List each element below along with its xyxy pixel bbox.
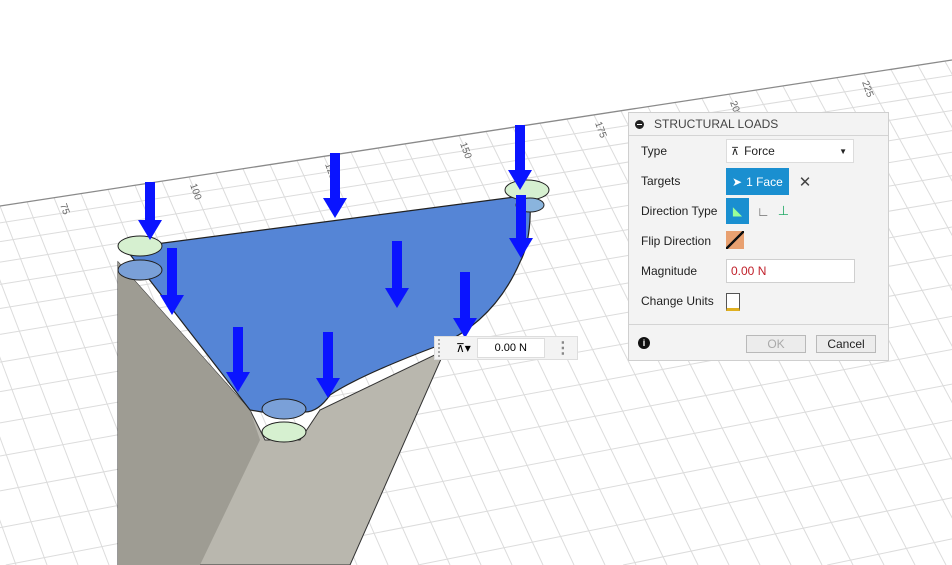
type-value: Force xyxy=(744,144,775,158)
magnitude-label: Magnitude xyxy=(641,264,698,278)
dialog-title: STRUCTURAL LOADS xyxy=(654,117,779,131)
change-units-icon[interactable] xyxy=(726,293,740,311)
ok-button[interactable]: OK xyxy=(746,335,806,353)
grid-label: 225 xyxy=(859,79,875,99)
force-arrow xyxy=(138,182,162,240)
cursor-icon: ➤ xyxy=(732,174,743,189)
grid-line xyxy=(623,497,952,565)
flip-direction-icon[interactable] xyxy=(726,231,744,249)
targets-selection-button[interactable]: ➤ 1 Face xyxy=(726,168,789,195)
normal-direction-icon[interactable]: ◣ xyxy=(726,198,749,224)
grid-line xyxy=(890,69,952,182)
chevron-down-icon: ▼ xyxy=(839,146,847,156)
collapse-icon[interactable] xyxy=(635,119,644,129)
structural-loads-dialog: STRUCTURAL LOADS Type ⊼ Force ▼ Targets ➤ 1… xyxy=(628,112,889,361)
type-label: Type xyxy=(641,144,668,158)
inline-magnitude-input[interactable]: 0.00 N xyxy=(476,338,545,358)
force-type-icon[interactable]: ⊼▾ xyxy=(456,341,471,355)
cancel-button[interactable]: Cancel xyxy=(816,335,876,353)
grid-line xyxy=(0,436,48,565)
grid-line xyxy=(0,279,110,565)
info-icon[interactable]: i xyxy=(638,337,650,349)
targets-value: 1 Face xyxy=(746,174,783,189)
clear-targets-icon[interactable]: ✕ xyxy=(799,173,812,191)
force-icon: ⊼ xyxy=(731,145,740,158)
drag-handle[interactable] xyxy=(438,339,448,357)
direction-type-label: Direction Type xyxy=(641,204,718,218)
grid-label: 175 xyxy=(592,120,608,140)
magnitude-input[interactable]: 0.00 N xyxy=(726,259,855,283)
grid-label: 100 xyxy=(187,182,203,202)
grid-line xyxy=(417,457,952,565)
angle-direction-icon[interactable]: ∟ xyxy=(757,204,770,219)
more-options-icon[interactable]: ⋮ xyxy=(555,338,571,358)
flip-direction-label: Flip Direction xyxy=(641,234,712,248)
vector-direction-icon[interactable]: ⊥ xyxy=(778,203,789,219)
grid-line xyxy=(944,61,952,76)
inline-load-toolbar: ⊼▾ 0.00 N ⋮ xyxy=(434,336,578,360)
grid-line xyxy=(0,356,79,565)
type-select[interactable]: ⊼ Force ▼ xyxy=(726,139,854,163)
grid-label: 150 xyxy=(457,141,473,161)
change-units-label: Change Units xyxy=(641,294,714,308)
targets-label: Targets xyxy=(641,174,681,188)
grid-label: 75 xyxy=(57,202,71,217)
